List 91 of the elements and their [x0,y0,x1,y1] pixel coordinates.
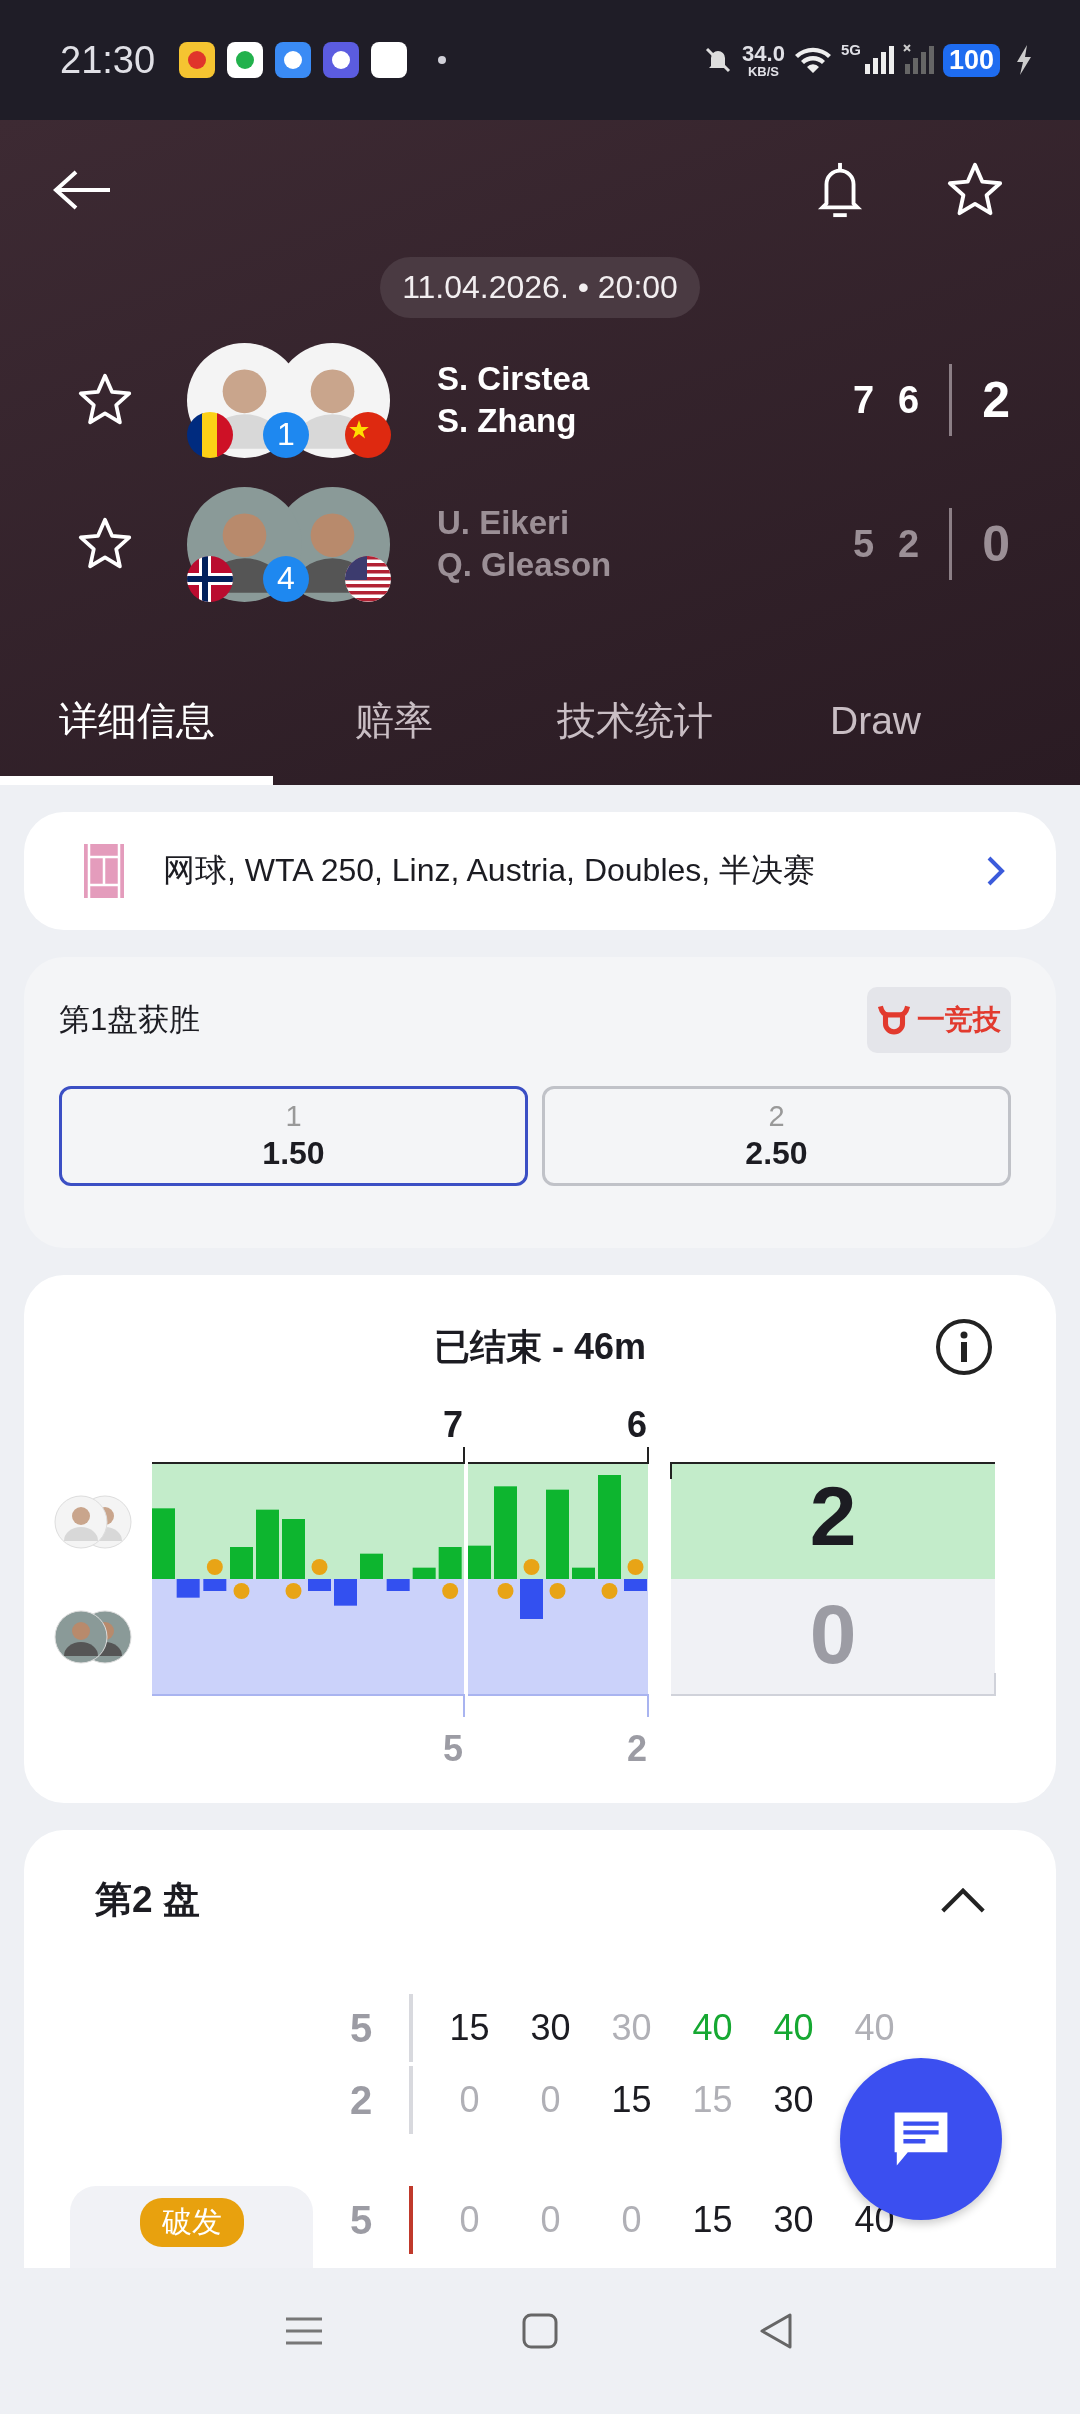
total-score: 2 [982,371,1010,429]
point-score: 15 [691,2199,734,2241]
sets-won: 0 [809,1587,857,1681]
tab[interactable]: 技术统计 [514,657,755,785]
app-icon [371,42,408,78]
app-icon [323,42,360,78]
total-score: 0 [982,515,1010,573]
point-score: 40 [772,2007,815,2049]
momentum-bar [230,1547,253,1579]
status-time: 21:30 [60,38,156,82]
point-score: 30 [772,2199,815,2241]
set-score: 2 [898,522,920,566]
tennis-ball-icon [206,1559,223,1575]
app-icon [275,42,312,78]
tennis-court-icon [83,843,125,899]
momentum-bar [334,1579,357,1606]
break-badge: 破发 [139,2198,244,2247]
network-type: 5G [840,40,861,58]
point-score: 0 [458,2079,481,2121]
momentum-bar [282,1519,305,1579]
sets-won: 2 [809,1469,857,1563]
player-name: S. Cirstea [437,360,590,398]
home-icon[interactable] [520,2311,560,2351]
set-score: 6 [626,1404,647,1445]
momentum-bar [360,1553,383,1579]
battery-level: 100 [942,43,1000,77]
tennis-ball-icon [549,1583,566,1599]
momentum-bar [386,1579,410,1591]
tennis-ball-icon [233,1583,250,1599]
set-score: 6 [898,378,920,422]
tournament-card[interactable]: 网球, WTA 250, Linz, Austria, Doubles, 半决赛 [24,812,1056,930]
point-score: 0 [620,2199,643,2241]
point-score: 30 [772,2079,815,2121]
player-name: Q. Gleason [437,546,612,584]
point-score: 30 [610,2007,653,2049]
momentum-bar [256,1509,279,1579]
point-score: 0 [539,2079,562,2121]
momentum-bar [203,1579,227,1591]
momentum-bar [438,1547,462,1579]
tennis-ball-icon [497,1583,514,1599]
back-icon[interactable] [52,168,112,212]
point-score: 30 [529,2007,572,2049]
set-score: 5 [442,1728,463,1769]
tennis-ball-icon [627,1559,644,1575]
info-icon[interactable] [934,1317,994,1377]
set-score: 5 [852,522,875,566]
set-score: 2 [626,1728,647,1769]
network-speed: 34.0 [742,42,785,65]
notification-dot-icon [437,55,448,65]
point-score: 0 [458,2199,481,2241]
game-score: 2 [348,2077,374,2123]
tennis-ball-icon [601,1583,618,1599]
momentum-bar [520,1579,543,1619]
point-score: 15 [448,2007,491,2049]
chevron-right-icon [986,855,1006,887]
signal-icon [862,44,895,76]
tennis-ball-icon [285,1583,302,1599]
tab[interactable]: 赔率 [273,657,514,785]
point-score: 40 [853,2007,896,2049]
tournament-info: 网球, WTA 250, Linz, Austria, Doubles, 半决赛 [163,851,816,890]
app-icon [227,42,264,78]
bull-icon [877,1003,911,1037]
set-title: 第2 盘 [95,1878,200,1922]
set-score: 7 [852,378,875,422]
flag-icon [187,411,233,458]
point-score: 15 [691,2079,734,2121]
game-score: 5 [348,2005,374,2051]
player-name: U. Eikeri [437,504,571,542]
momentum-bar [308,1579,331,1591]
app-icon [179,42,216,78]
point-score: 0 [539,2199,562,2241]
tab[interactable]: Draw [755,657,996,785]
player-name: S. Zhang [437,402,578,440]
match-status: 已结束 - 46m [433,1325,646,1369]
tennis-ball-icon [442,1583,459,1599]
chevron-icon[interactable] [940,1886,986,1914]
signal-icon [902,44,935,76]
odds-button[interactable]: 2 2.50 [542,1086,1011,1186]
match-date: 11.04.2026. • 20:00 [380,257,700,318]
tab[interactable]: 详细信息 [0,657,273,785]
speed-unit: KB/S [747,64,780,78]
set-score: 7 [442,1404,463,1445]
momentum-bar [468,1545,491,1579]
tennis-ball-icon [523,1559,540,1575]
tennis-ball-icon [311,1559,328,1575]
game-score: 5 [348,2197,374,2243]
point-score: 15 [610,2079,653,2121]
odds-button[interactable]: 1 1.50 [59,1086,528,1186]
market-title: 第1盘获胜 [59,1001,201,1039]
momentum-bar [624,1579,647,1591]
point-score: 40 [691,2007,734,2049]
